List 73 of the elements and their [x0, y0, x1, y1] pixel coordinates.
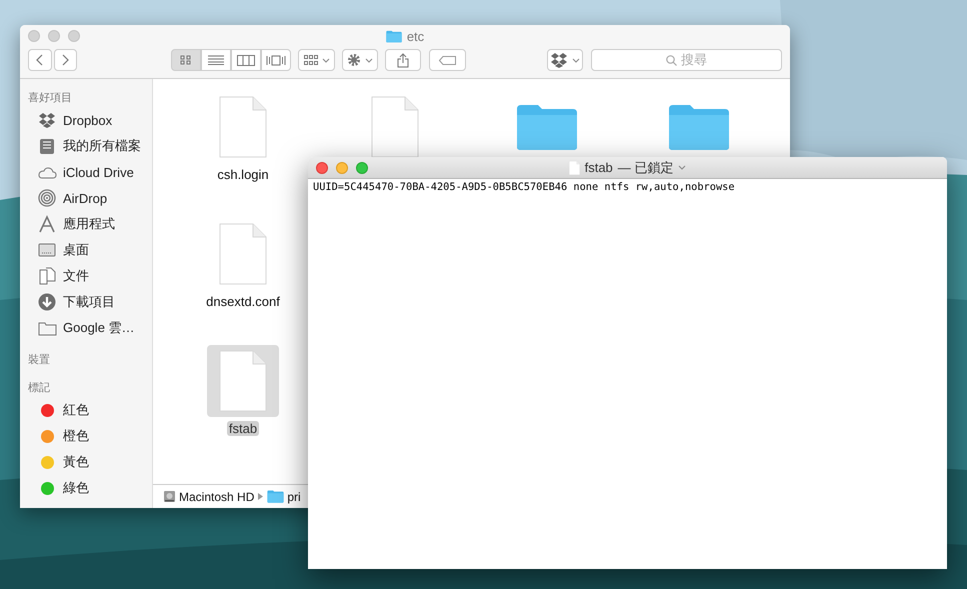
sidebar-heading: 喜好項目: [27, 91, 73, 106]
sidebar-item[interactable]: 綠色: [20, 475, 152, 501]
cover-flow-icon: [266, 54, 286, 66]
sidebar-item[interactable]: 文件: [20, 263, 152, 289]
download-icon: [38, 293, 56, 311]
search-icon: [666, 54, 678, 66]
document-icon: [568, 160, 580, 174]
window-title: etc: [406, 28, 424, 44]
airdrop-icon: [38, 189, 56, 207]
file-name: csh.login: [216, 167, 270, 182]
share-button[interactable]: [385, 49, 422, 71]
view-mode-button[interactable]: [201, 49, 232, 71]
sidebar-item[interactable]: 桌面: [20, 237, 152, 263]
document-icon: [219, 350, 267, 412]
path-item[interactable]: Macintosh HD: [163, 490, 254, 504]
sidebar-heading: 標記: [27, 381, 51, 396]
window-title: fstab: [584, 160, 613, 175]
sidebar-item[interactable]: 應用程式: [20, 211, 152, 237]
chevron-down-icon: [364, 58, 373, 62]
sidebar-item[interactable]: 黃色: [20, 449, 152, 475]
file-name: dnsextd.conf: [205, 294, 281, 309]
folder-icon: [267, 490, 284, 503]
folder-icon: [386, 30, 402, 42]
documents-icon: [38, 267, 56, 285]
settings-icon: [346, 53, 361, 67]
sidebar-item[interactable]: Dropbox: [20, 107, 152, 133]
document-icon: [219, 96, 267, 158]
sidebar-item[interactable]: 紅色: [20, 397, 152, 423]
document-icon: [219, 223, 267, 285]
cloud-icon: [38, 166, 56, 178]
chevron-left-icon: [36, 54, 44, 66]
tag-button[interactable]: [429, 49, 466, 71]
view-mode-button[interactable]: [171, 49, 202, 71]
path-separator-icon: [258, 493, 264, 500]
zoom-button[interactable]: [356, 162, 368, 174]
folder-icon: [668, 103, 730, 151]
list-icon: [208, 55, 224, 65]
close-button[interactable]: [316, 162, 328, 174]
lock-status[interactable]: — 已鎖定: [618, 158, 674, 176]
sidebar-item[interactable]: iCloud Drive: [20, 159, 152, 185]
chevron-down-icon: [678, 165, 686, 170]
columns-icon: [237, 54, 256, 66]
dropbox-icon: [550, 52, 568, 68]
action-button[interactable]: [342, 49, 378, 71]
sidebar-heading: 裝置: [27, 353, 51, 368]
chevron-right-icon: [62, 54, 70, 66]
file-name: fstab: [226, 421, 260, 436]
share-icon: [397, 52, 410, 68]
apps-icon: [38, 215, 56, 233]
view-mode-button[interactable]: [231, 49, 262, 71]
file-text: UUID=5C445470-70BA-4205-A9D5-0B5BC570EB46 none ntfs rw,auto,nobrowse: [312, 180, 736, 195]
dropbox-button[interactable]: [546, 49, 584, 71]
desktop-icon: [38, 243, 56, 257]
arrange-icon: [304, 55, 318, 65]
icon-grid-icon: [180, 55, 192, 65]
sidebar-item[interactable]: 下載項目: [20, 289, 152, 315]
folder-icon: [38, 320, 56, 336]
chevron-down-icon: [322, 58, 330, 62]
chevron-down-icon: [572, 58, 580, 62]
sidebar-item[interactable]: Google 雲…: [20, 315, 152, 341]
tag-icon: [438, 56, 457, 64]
sidebar-item[interactable]: 橙色: [20, 423, 152, 449]
view-mode-button[interactable]: [261, 49, 292, 71]
forward-button[interactable]: [54, 49, 78, 71]
arrange-button[interactable]: [298, 49, 335, 71]
folder-icon: [516, 103, 578, 151]
document-icon: [371, 96, 419, 158]
sidebar-item[interactable]: 我的所有檔案: [20, 133, 152, 159]
document-stack-icon: [39, 138, 55, 154]
sidebar-item[interactable]: AirDrop: [20, 185, 152, 211]
dropbox-icon: [38, 112, 56, 128]
back-button[interactable]: [28, 49, 52, 71]
path-item[interactable]: pri: [267, 490, 301, 504]
